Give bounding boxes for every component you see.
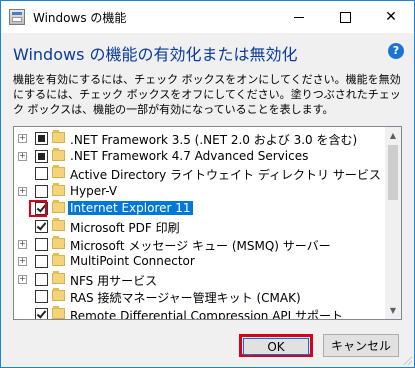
expand-icon[interactable]: + — [18, 257, 27, 267]
feature-row[interactable]: + Microsoft メッセージ キュー (MSMQ) サーバー — [14, 235, 388, 254]
feature-label: .NET Framework 4.7 Advanced Services — [70, 148, 309, 163]
feature-label: NFS 用サービス — [70, 273, 158, 288]
folder-icon — [52, 147, 65, 161]
folder-icon — [52, 182, 65, 196]
scroll-up-icon[interactable]: ▲ — [385, 127, 401, 144]
maximize-icon — [339, 11, 351, 23]
feature-checkbox[interactable] — [35, 167, 48, 181]
minimize-icon — [294, 16, 304, 18]
feature-checkbox[interactable] — [35, 308, 48, 319]
maximize-button[interactable] — [322, 1, 368, 33]
feature-label: Active Directory ライトウェイト ディレクトリ サービス — [70, 168, 381, 183]
feature-label: Hyper-V — [70, 183, 118, 198]
feature-label: Microsoft メッセージ キュー (MSMQ) サーバー — [70, 238, 331, 253]
expand-icon[interactable]: + — [18, 186, 27, 196]
feature-checkbox[interactable] — [35, 237, 48, 251]
vertical-scrollbar[interactable]: ▲ ▼ — [385, 127, 401, 319]
window-title: Windows の機能 — [33, 11, 127, 25]
feature-row[interactable]: Remote Differential Compression API サポート — [14, 305, 388, 320]
feature-label: RAS 接続マネージャー管理キット (CMAK) — [70, 291, 301, 306]
feature-row[interactable]: + MultiPoint Connector — [14, 252, 388, 271]
dialog-heading: Windows の機能の有効化または無効化 — [13, 45, 298, 64]
minimize-button[interactable] — [276, 1, 322, 33]
folder-icon — [52, 165, 65, 179]
windows-features-dialog: Windows の機能 ✕ Windows の機能の有効化または無効化 ? 機能… — [0, 0, 415, 368]
close-icon: ✕ — [385, 9, 397, 25]
windows-features-icon — [9, 9, 25, 25]
close-button[interactable]: ✕ — [368, 1, 414, 33]
feature-checkbox[interactable] — [35, 290, 48, 304]
feature-checkbox[interactable] — [35, 132, 48, 145]
feature-label: Remote Differential Compression API サポート — [70, 309, 344, 320]
scrollbar-thumb[interactable] — [388, 145, 398, 200]
feature-row[interactable]: Active Directory ライトウェイト ディレクトリ サービス — [14, 164, 388, 183]
feature-checkbox[interactable] — [35, 149, 48, 163]
feature-label: Microsoft PDF 印刷 — [70, 221, 180, 235]
title-bar[interactable]: Windows の機能 ✕ — [1, 1, 414, 33]
folder-icon — [52, 130, 65, 143]
dialog-description: 機能を有効にするには、チェック ボックスをオンにしてください。機能を無効にするに… — [13, 73, 401, 116]
checkbox-highlight-box — [29, 200, 47, 218]
feature-row[interactable]: Internet Explorer 11 — [14, 199, 388, 218]
feature-row[interactable]: Microsoft PDF 印刷 — [14, 217, 388, 236]
expand-icon[interactable]: + — [18, 151, 27, 161]
folder-icon — [52, 218, 65, 231]
feature-checkbox[interactable] — [35, 220, 48, 233]
feature-row[interactable]: RAS 接続マネージャー管理キット (CMAK) — [14, 287, 388, 306]
feature-row[interactable]: + NFS 用サービス — [14, 270, 388, 289]
folder-icon — [52, 288, 65, 302]
feature-label: MultiPoint Connector — [70, 254, 195, 269]
expand-icon[interactable]: + — [18, 134, 27, 143]
expand-icon[interactable]: + — [18, 239, 27, 249]
folder-icon — [52, 253, 65, 267]
folder-icon — [52, 200, 65, 214]
features-tree[interactable]: + .NET Framework 3.5 (.NET 2.0 および 3.0 を含… — [13, 126, 402, 320]
folder-icon — [52, 270, 65, 284]
cancel-button[interactable]: キャンセル — [323, 334, 399, 357]
feature-checkbox[interactable] — [35, 184, 48, 198]
ok-button-label: OK — [243, 338, 309, 355]
resize-grip[interactable] — [402, 355, 412, 365]
feature-checkbox[interactable] — [35, 272, 48, 286]
feature-row[interactable]: + Hyper-V — [14, 182, 388, 201]
feature-row[interactable]: + .NET Framework 3.5 (.NET 2.0 および 3.0 を含… — [14, 129, 388, 148]
folder-icon — [52, 235, 65, 249]
folder-icon — [52, 306, 65, 319]
ok-button[interactable]: OK — [239, 334, 313, 357]
feature-label: .NET Framework 3.5 (.NET 2.0 および 3.0 を含む… — [70, 133, 358, 147]
expand-icon[interactable]: + — [18, 274, 27, 284]
feature-checkbox[interactable] — [35, 255, 48, 269]
help-icon[interactable]: ? — [388, 43, 404, 59]
scroll-down-icon[interactable]: ▼ — [385, 302, 401, 319]
feature-label: Internet Explorer 11 — [68, 201, 193, 216]
feature-row[interactable]: + .NET Framework 4.7 Advanced Services — [14, 147, 388, 166]
